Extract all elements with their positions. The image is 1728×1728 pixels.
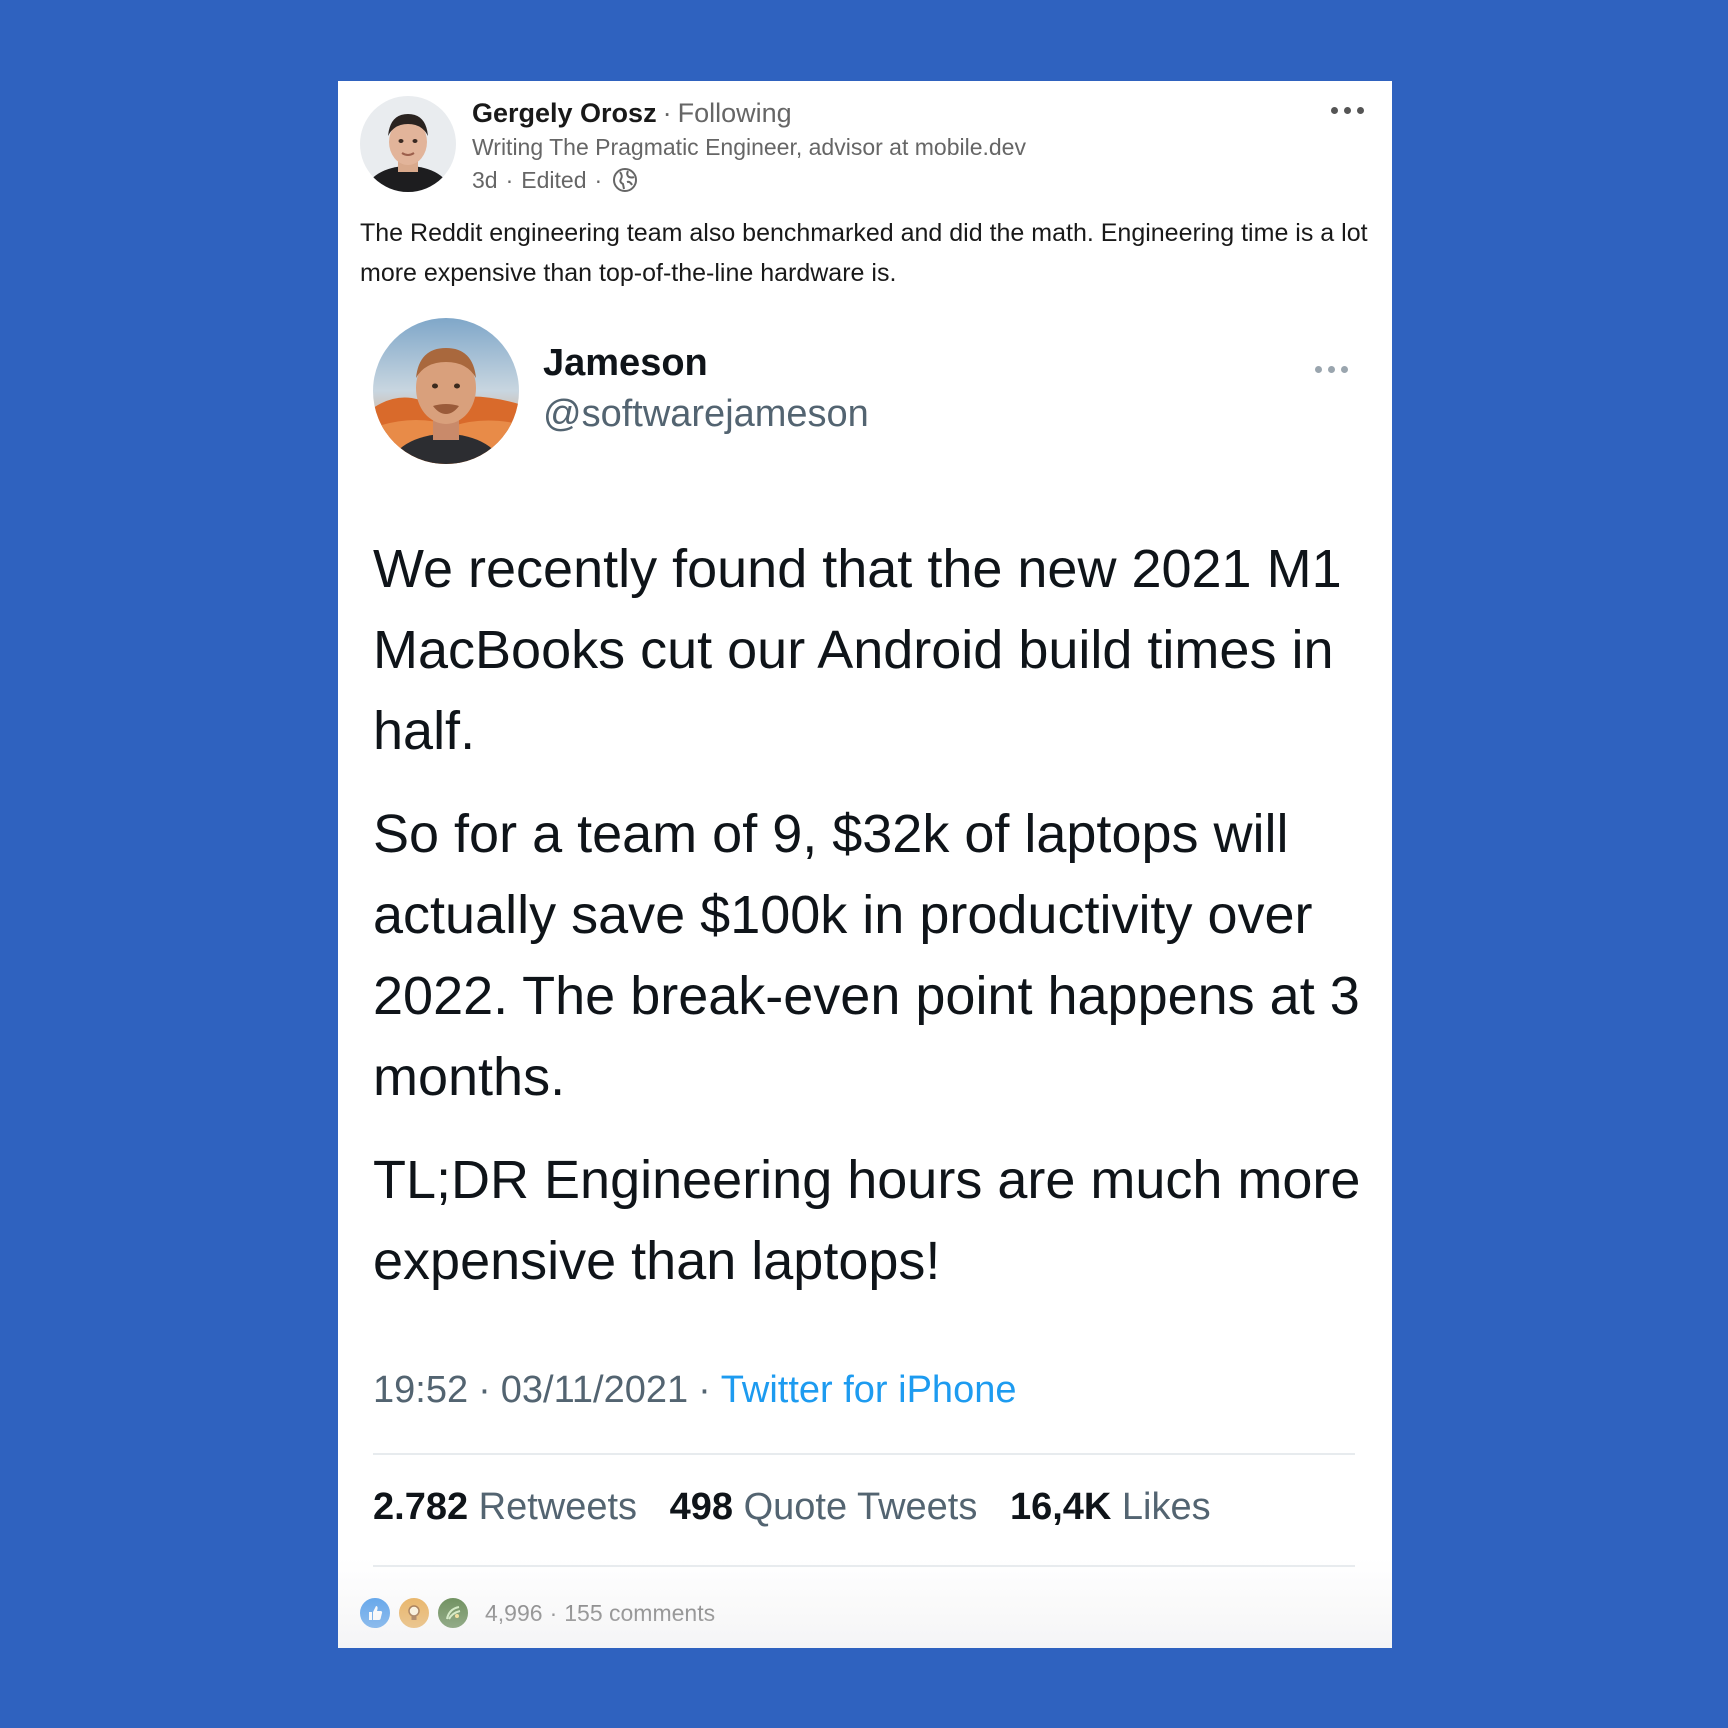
following-status: Following (677, 98, 792, 128)
dot (1331, 107, 1338, 114)
post-age: 3d (472, 167, 498, 193)
divider (373, 1453, 1355, 1455)
author-meta: Gergely Orosz · Following Writing The Prag… (472, 95, 1292, 197)
quote-tweets-count: 498 (669, 1486, 734, 1528)
tweet-more-icon (1309, 360, 1354, 379)
retweets-count: 2.782 (373, 1486, 469, 1528)
insightful-icon (397, 1596, 431, 1630)
author-row: Gergely Orosz · Following (472, 95, 1292, 131)
tweet-source-link: Twitter for iPhone (720, 1369, 1017, 1411)
social-counts: 4,996 · 155 comments (358, 1596, 715, 1630)
like-icon (358, 1596, 392, 1630)
post-more-options-icon[interactable] (1325, 101, 1370, 120)
dot (1344, 107, 1351, 114)
tweet-paragraph: TL;DR Engineering hours are much more ex… (373, 1150, 1361, 1291)
dot-separator: · (662, 98, 672, 128)
tweet-date: 03/11/2021 (500, 1369, 689, 1411)
divider (373, 1565, 1355, 1567)
reactions-count[interactable]: 4,996 (485, 1600, 543, 1627)
tweet-paragraph: So for a team of 9, $32k of laptops will… (373, 804, 1360, 1107)
likes-count: 16,4K (1009, 1486, 1112, 1528)
edited-label: Edited (521, 167, 587, 193)
tweet-meta: 19:52 · 03/11/2021 · Twitter for iPhone (373, 1366, 1016, 1414)
tweet-author-name: Jameson (543, 342, 708, 384)
retweets-label: Retweets (478, 1486, 638, 1528)
author-headline: Writing The Pragmatic Engineer, advisor … (472, 134, 1026, 160)
reactions-button[interactable] (358, 1596, 475, 1630)
tweet-paragraph: We recently found that the new 2021 M1 M… (373, 539, 1342, 761)
post-commentary: The Reddit engineering team also benchma… (360, 219, 1368, 287)
dot (1328, 366, 1335, 373)
tweet-author-avatar (373, 318, 519, 464)
linkedin-post-card: Gergely Orosz · Following Writing The Prag… (338, 81, 1392, 1648)
likes-label: Likes (1121, 1486, 1211, 1528)
celebrate-icon (436, 1596, 470, 1630)
dot (1341, 366, 1348, 373)
retweets-stat: 2.782 Retweets (373, 1486, 637, 1528)
quote-tweets-stat: 498 Quote Tweets (670, 1486, 978, 1528)
dot-separator: · (549, 1599, 558, 1626)
author-avatar[interactable] (360, 96, 456, 192)
likes-stat: 16,4K Likes (1010, 1486, 1211, 1528)
author-name[interactable]: Gergely Orosz (472, 98, 657, 128)
dot-separator: · (505, 167, 514, 193)
tweet-time: 19:52 (373, 1369, 469, 1411)
dot-separator: · (594, 167, 603, 193)
dot-separator: · (478, 1369, 491, 1411)
dot (1315, 366, 1322, 373)
comments-link[interactable]: 155 comments (564, 1600, 715, 1627)
globe-icon (612, 167, 638, 193)
dot (1357, 107, 1364, 114)
post-timestamp-row: 3d · Edited · (472, 163, 1292, 197)
tweet-body: We recently found that the new 2021 M1 M… (373, 529, 1363, 1324)
quote-tweets-label: Quote Tweets (743, 1486, 978, 1528)
dot-separator: · (698, 1369, 711, 1411)
tweet-stats: 2.782 Retweets 498 Quote Tweets 16,4K Li… (373, 1483, 1233, 1531)
tweet-author-handle: @softwarejameson (543, 393, 869, 435)
